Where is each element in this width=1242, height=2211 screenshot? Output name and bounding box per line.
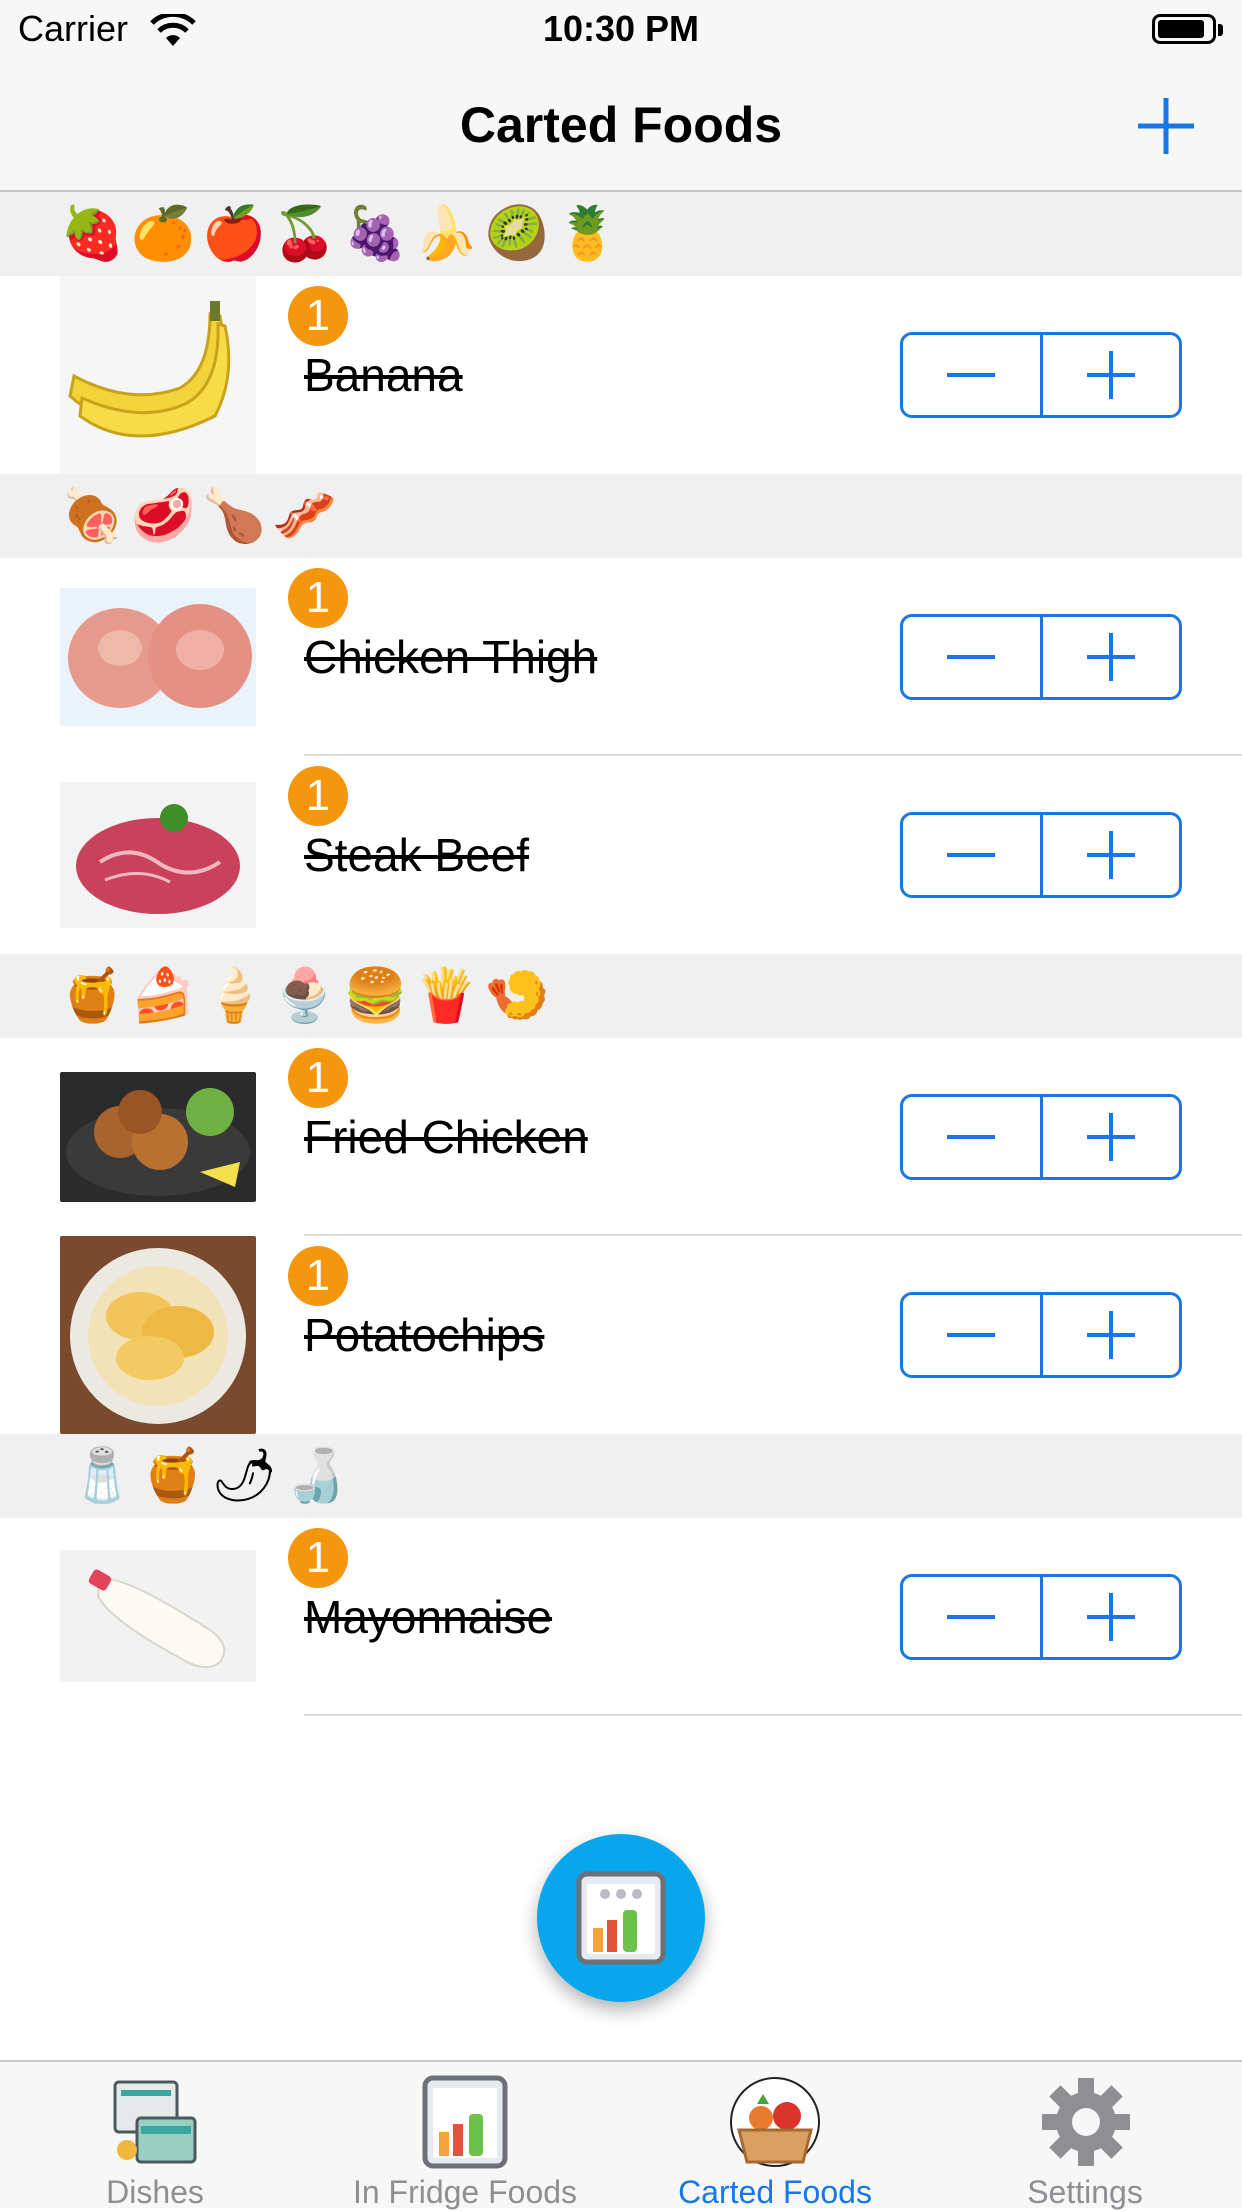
count-badge: 1 [288,1246,348,1306]
quantity-stepper [900,1292,1182,1378]
list-item[interactable]: 1 Fried Chicken [0,1038,1242,1236]
plus-icon [1086,351,1135,399]
item-name: Chicken Thigh [304,631,598,683]
section-header-seasonings: 🧂🍯🌶🍶 [0,1434,1242,1518]
tab-settings[interactable]: Settings [930,2062,1242,2210]
decrement-button[interactable] [903,1097,1040,1177]
minus-icon [947,655,996,659]
tab-label: Dishes [106,2174,204,2210]
tab-dishes[interactable]: Dishes [0,2062,310,2210]
plus-icon [1086,1113,1135,1161]
fridge-icon [576,1871,666,1965]
section-header-meat: 🍖🥩🍗🥓 [0,474,1242,558]
increment-button[interactable] [1039,815,1180,895]
carted-foods-list: 🍓🍊🍎🍒🍇🍌🥝🍍 1 Banana 🍖🥩🍗🥓 1 Chicken Thigh 1… [0,192,1242,1716]
section-emojis: 🧂🍯🌶🍶 [70,1447,355,1505]
dishes-icon [113,2080,197,2164]
tab-label: Carted Foods [678,2174,872,2210]
list-item[interactable]: 1 Potatochips [0,1236,1242,1434]
add-button[interactable] [1130,90,1202,162]
item-name: Steak Beef [304,829,530,881]
decrement-button[interactable] [903,1295,1040,1375]
tab-bar: Dishes In Fridge Foods Carted Foods Sett… [0,2060,1242,2210]
quantity-stepper [900,1574,1182,1660]
increment-button[interactable] [1039,335,1180,415]
item-name: Mayonnaise [304,1591,553,1643]
item-name: Potatochips [304,1309,545,1361]
banana-image [60,276,256,474]
decrement-button[interactable] [903,1577,1040,1657]
count-badge: 1 [288,766,348,826]
basket-icon [730,2077,820,2167]
minus-icon [947,853,996,857]
minus-icon [947,1615,996,1619]
minus-icon [947,1333,996,1337]
section-emojis: 🍓🍊🍎🍒🍇🍌🥝🍍 [60,205,626,263]
chicken-thigh-image [60,588,256,726]
plus-icon [1086,1311,1135,1359]
tab-label: Settings [1027,2174,1143,2210]
quantity-stepper [900,332,1182,418]
tab-carted-foods[interactable]: Carted Foods [620,2062,930,2210]
potatochips-image [60,1236,256,1434]
increment-button[interactable] [1039,1295,1180,1375]
plus-icon [1086,633,1135,681]
section-header-snacks: 🍯🍰🍦🍨🍔🍟🍤 [0,954,1242,1038]
status-time: 10:30 PM [542,8,700,49]
section-emojis: 🍖🥩🍗🥓 [60,487,343,545]
fridge-fab-button[interactable] [537,1834,705,2002]
status-bar: Carrier 10:30 PM [0,0,1242,60]
increment-button[interactable] [1039,1577,1180,1657]
plus-icon [1086,831,1135,879]
tab-in-fridge-foods[interactable]: In Fridge Foods [310,2062,620,2210]
navigation-bar: Carted Foods [0,60,1242,192]
plus-icon [1086,1593,1135,1641]
mayonnaise-image [60,1550,256,1682]
page-title: Carted Foods [459,97,783,153]
count-badge: 1 [288,286,348,346]
decrement-button[interactable] [903,617,1040,697]
item-name: Fried Chicken [304,1111,588,1163]
tab-label: In Fridge Foods [352,2174,578,2210]
quantity-stepper [900,614,1182,700]
increment-button[interactable] [1039,617,1180,697]
battery-icon [1152,14,1224,46]
fried-chicken-image [60,1072,256,1202]
fridge-icon [422,2075,508,2169]
section-header-fruits: 🍓🍊🍎🍒🍇🍌🥝🍍 [0,192,1242,276]
increment-button[interactable] [1039,1097,1180,1177]
quantity-stepper [900,1094,1182,1180]
count-badge: 1 [288,568,348,628]
row-separator [304,1714,1242,1716]
list-item[interactable]: 1 Banana [0,276,1242,474]
count-badge: 1 [288,1528,348,1588]
section-emojis: 🍯🍰🍦🍨🍔🍟🍤 [60,967,556,1025]
quantity-stepper [900,812,1182,898]
decrement-button[interactable] [903,335,1040,415]
decrement-button[interactable] [903,815,1040,895]
list-item[interactable]: 1 Mayonnaise [0,1518,1242,1716]
item-name: Banana [304,349,463,401]
steak-beef-image [60,782,256,928]
minus-icon [947,1135,996,1139]
list-item[interactable]: 1 Chicken Thigh [0,558,1242,756]
count-badge: 1 [288,1048,348,1108]
minus-icon [947,373,996,377]
gear-icon [1042,2078,1130,2166]
list-item[interactable]: 1 Steak Beef [0,756,1242,954]
